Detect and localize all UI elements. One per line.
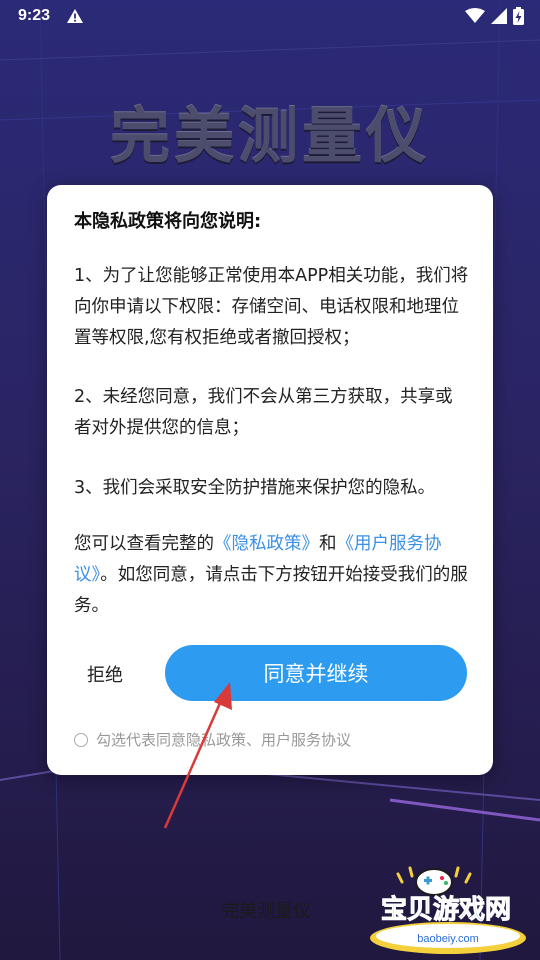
battery-charging-icon	[513, 7, 524, 25]
watermark-text: 宝贝游戏网	[381, 894, 511, 925]
status-icons	[465, 7, 524, 25]
dialog-heading: 本隐私政策将向您说明:	[74, 211, 262, 232]
links-and: 和	[319, 534, 337, 554]
warning-icon	[67, 9, 83, 23]
status-time: 9:23	[18, 7, 51, 24]
consent-radio[interactable]	[74, 732, 88, 747]
policy-point-1: 1、为了让您能够正常使用本APP相关功能，我们将向你申请以下权限：存储空间、电话…	[74, 266, 469, 348]
gamepad-icon	[415, 868, 453, 896]
policy-links-paragraph: 您可以查看完整的《隐私政策》和《用户服务协议》。如您同意，请点击下方按钮开始接受…	[74, 529, 469, 622]
footer-app-name: 完美测量仪	[221, 901, 311, 922]
privacy-policy-link[interactable]: 《隐私政策》	[214, 534, 319, 554]
policy-point-2: 2、未经您同意，我们不会从第三方获取，共享或者对外提供您的信息；	[74, 387, 453, 438]
wifi-icon	[465, 8, 485, 23]
policy-point-3: 3、我们会采取安全防护措施来保护您的隐私。	[74, 478, 436, 498]
links-prefix: 您可以查看完整的	[74, 534, 214, 554]
signal-icon	[491, 8, 507, 24]
watermark-logo: 宝贝游戏网 baobeiy.com	[370, 866, 526, 954]
privacy-dialog: 本隐私政策将向您说明: 1、为了让您能够正常使用本APP相关功能，我们将向你申请…	[47, 185, 493, 775]
reject-button[interactable]: 拒绝	[87, 661, 123, 687]
app-title: 完美测量仪	[110, 102, 430, 172]
annotation-arrow	[163, 682, 232, 829]
app-screen: 9:23 完美测量仪 本隐私政策将向您说明: 1、为了让您能够正常使用本APP相…	[0, 0, 540, 960]
watermark-url: baobeiy.com	[417, 933, 479, 945]
links-suffix: 。如您同意，请点击下方按钮开始接受我们的服务。	[74, 565, 468, 616]
status-bar: 9:23	[0, 0, 540, 34]
